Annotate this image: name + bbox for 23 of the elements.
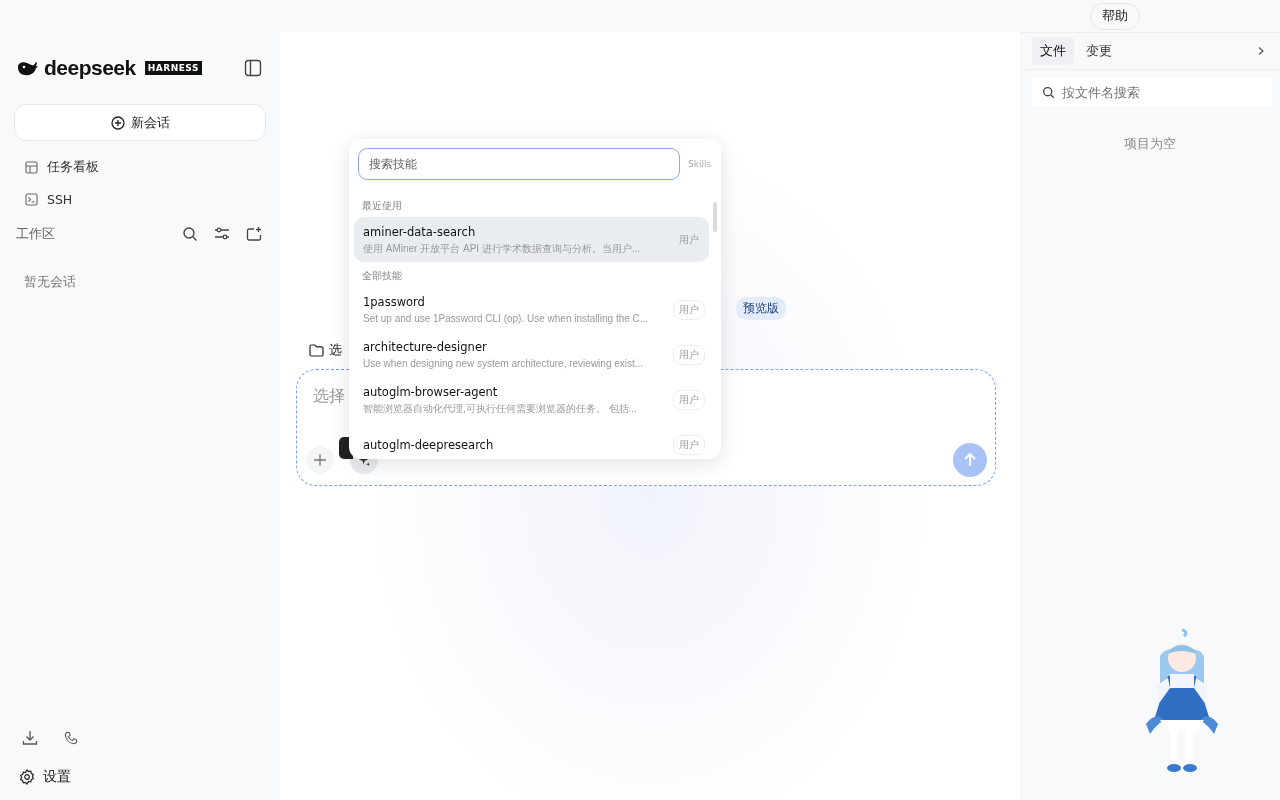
skill-description: 智能浏览器自动化代理,可执行任何需要浏览器的任务。 包括...: [363, 401, 638, 415]
user-tag: 用户: [673, 389, 705, 410]
skill-name: architecture-designer: [363, 339, 488, 354]
user-tag: 用户: [673, 434, 705, 455]
empty-project-text: 项目为空: [1123, 136, 1177, 153]
brand-tag: HARNESS: [144, 61, 202, 75]
user-tag: 用户: [673, 229, 705, 250]
section-title: 最近使用: [361, 200, 403, 213]
empty-sessions-text: 暂无会话: [23, 273, 77, 291]
skill-name: 1password: [363, 294, 426, 309]
skills-label: Skills: [688, 159, 712, 169]
skill-description: Use when designing new system architecture, reviewing exist...: [363, 356, 645, 370]
skill-name: autoglm-deepresearch: [363, 437, 495, 452]
section-title: 全部技能: [361, 270, 403, 283]
user-tag: 用户: [673, 344, 705, 365]
skill-description: 使用 AMiner 开放平台 API 进行学术数据查询与分析。当用户...: [363, 241, 642, 255]
preview-badge: 预览版: [736, 297, 786, 320]
skill-name: autoglm-browser-agent: [363, 384, 499, 399]
skill-name: aminer-data-search: [363, 224, 477, 239]
user-tag: 用户: [673, 299, 705, 320]
brand-name: deepseek: [44, 56, 136, 80]
workspace-label: 工作区: [16, 225, 55, 243]
skill-description: Set up and use 1Password CLI (op). Use when installing the C...: [363, 311, 650, 325]
